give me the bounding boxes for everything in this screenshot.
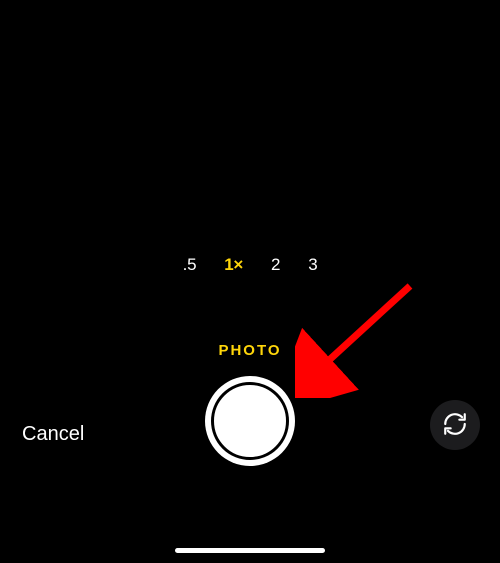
zoom-option-1x[interactable]: 1× (224, 255, 243, 275)
flip-camera-button[interactable] (430, 400, 480, 450)
shutter-row: Cancel (0, 370, 500, 490)
camera-mode-label[interactable]: PHOTO (0, 342, 500, 359)
home-indicator (175, 548, 325, 553)
flip-camera-icon (442, 411, 468, 440)
cancel-button[interactable]: Cancel (22, 423, 84, 446)
zoom-option-2x[interactable]: 2 (271, 255, 280, 275)
zoom-controls: .5 1× 2 3 (0, 255, 500, 275)
zoom-option-0-5x[interactable]: .5 (183, 255, 197, 275)
shutter-button[interactable] (205, 376, 295, 466)
shutter-inner-ring (211, 382, 289, 460)
zoom-option-3x[interactable]: 3 (308, 255, 317, 275)
